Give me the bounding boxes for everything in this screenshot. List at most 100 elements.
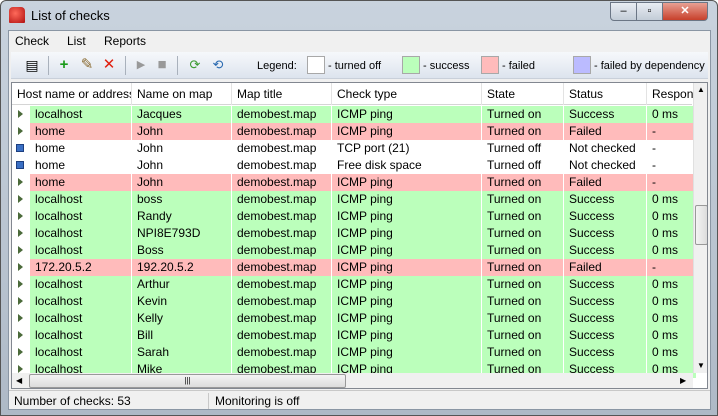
client-area: Check List Reports ▤ + ✎ ✕ ▶ ■ ⟳ ⟲ Legen…: [8, 30, 711, 410]
running-icon: [18, 331, 23, 339]
refresh-icon[interactable]: ⟳: [186, 56, 204, 74]
vertical-scrollbar[interactable]: ▲ ▼: [693, 83, 707, 373]
cell-status: Success: [564, 327, 647, 344]
minimize-button[interactable]: –: [610, 2, 637, 21]
cell-state: Turned off: [482, 157, 564, 174]
table-row[interactable]: localhost Randy demobest.map ICMP ping Turne…: [12, 208, 697, 225]
add-icon[interactable]: +: [55, 56, 73, 74]
cell-check-type: ICMP ping: [332, 123, 482, 140]
cell-response: -: [647, 174, 697, 191]
legend-swatch-failed: [481, 56, 499, 74]
cell-map: demobest.map: [232, 344, 332, 361]
legend-label: Legend:: [257, 60, 297, 72]
table-row[interactable]: home John demobest.map ICMP ping Turned on Fa…: [12, 174, 697, 191]
horizontal-scroll-thumb[interactable]: |||: [29, 374, 346, 388]
cell-host: localhost: [30, 242, 132, 259]
table-row[interactable]: localhost NPI8E793D demobest.map ICMP ping T…: [12, 225, 697, 242]
cell-name: John: [132, 123, 232, 140]
stop-icon[interactable]: ■: [153, 56, 171, 74]
cell-map: demobest.map: [232, 191, 332, 208]
cell-response: 0 ms: [647, 208, 697, 225]
vertical-scroll-thumb[interactable]: [695, 205, 707, 245]
table-row[interactable]: 172.20.5.2 192.20.5.2 demobest.map ICMP pin…: [12, 259, 697, 276]
window: List of checks – ▫ ✕ Check List Reports …: [0, 0, 718, 416]
cell-host: localhost: [30, 208, 132, 225]
menu-check[interactable]: Check: [15, 34, 49, 48]
table-row[interactable]: localhost Kevin demobest.map ICMP ping Turne…: [12, 293, 697, 310]
column-header[interactable]: State: [482, 83, 564, 105]
running-icon: [18, 110, 23, 118]
cell-host: localhost: [30, 310, 132, 327]
cell-status: Success: [564, 293, 647, 310]
cell-check-type: ICMP ping: [332, 293, 482, 310]
running-icon: [18, 263, 23, 271]
cell-response: -: [647, 157, 697, 174]
column-header[interactable]: Check type: [332, 83, 482, 105]
start-icon[interactable]: ▶: [132, 56, 150, 74]
cell-host: home: [30, 140, 132, 157]
cell-state: Turned on: [482, 123, 564, 140]
running-icon: [18, 178, 23, 186]
cell-host: localhost: [30, 327, 132, 344]
cell-check-type: TCP port (21): [332, 140, 482, 157]
legend-failed: - failed: [502, 60, 536, 72]
table-row[interactable]: home John demobest.map Free disk space Turne…: [12, 157, 697, 174]
table-row[interactable]: localhost Bill demobest.map ICMP ping Turned…: [12, 327, 697, 344]
cell-name: Bill: [132, 327, 232, 344]
table-row[interactable]: localhost Arthur demobest.map ICMP ping Turn…: [12, 276, 697, 293]
cell-response: 0 ms: [647, 310, 697, 327]
table-row[interactable]: localhost Sarah demobest.map ICMP ping Turne…: [12, 344, 697, 361]
close-button[interactable]: ✕: [662, 2, 708, 21]
table-row[interactable]: home John demobest.map TCP port (21) Turned …: [12, 140, 697, 157]
cell-status: Success: [564, 344, 647, 361]
delete-icon[interactable]: ✕: [100, 56, 118, 74]
table-row[interactable]: localhost Jacques demobest.map ICMP ping Tur…: [12, 106, 697, 123]
scroll-down-icon[interactable]: ▼: [697, 361, 705, 370]
table-row[interactable]: localhost boss demobest.map ICMP ping Turned…: [12, 191, 697, 208]
cell-map: demobest.map: [232, 140, 332, 157]
cell-check-type: ICMP ping: [332, 106, 482, 123]
cell-check-type: ICMP ping: [332, 208, 482, 225]
cell-name: John: [132, 140, 232, 157]
cell-host: localhost: [30, 191, 132, 208]
maximize-button[interactable]: ▫: [636, 2, 663, 21]
cell-map: demobest.map: [232, 276, 332, 293]
cell-response: 0 ms: [647, 344, 697, 361]
column-header[interactable]: Map title: [232, 83, 332, 105]
cell-response: -: [647, 259, 697, 276]
cell-host: localhost: [30, 225, 132, 242]
cell-name: boss: [132, 191, 232, 208]
scroll-up-icon[interactable]: ▲: [697, 85, 705, 94]
cell-status: Success: [564, 242, 647, 259]
cell-map: demobest.map: [232, 157, 332, 174]
scroll-right-icon[interactable]: ▶: [680, 376, 686, 385]
column-header[interactable]: Respons: [647, 83, 697, 105]
refresh-selected-icon[interactable]: ⟲: [209, 56, 227, 74]
cell-response: 0 ms: [647, 327, 697, 344]
column-header[interactable]: Host name or address: [12, 83, 132, 105]
scroll-left-icon[interactable]: ◀: [16, 376, 22, 385]
cell-status: Success: [564, 276, 647, 293]
edit-pencil-icon[interactable]: ✎: [78, 56, 96, 74]
menu-reports[interactable]: Reports: [104, 34, 146, 48]
horizontal-scrollbar[interactable]: ◀ ||| ▶: [12, 373, 693, 388]
cell-map: demobest.map: [232, 293, 332, 310]
cell-name: John: [132, 157, 232, 174]
cell-map: demobest.map: [232, 327, 332, 344]
cell-state: Turned on: [482, 310, 564, 327]
table-row[interactable]: localhost Boss demobest.map ICMP ping Turned…: [12, 242, 697, 259]
cell-check-type: Free disk space: [332, 157, 482, 174]
properties-icon[interactable]: ▤: [23, 56, 41, 74]
table-row[interactable]: localhost Kelly demobest.map ICMP ping Turne…: [12, 310, 697, 327]
table-row[interactable]: home John demobest.map ICMP ping Turned on Fa…: [12, 123, 697, 140]
menu-list[interactable]: List: [67, 34, 86, 48]
column-header[interactable]: Name on map: [132, 83, 232, 105]
cell-state: Turned on: [482, 208, 564, 225]
stopped-icon: [16, 161, 24, 169]
column-header[interactable]: Status: [564, 83, 647, 105]
cell-response: 0 ms: [647, 242, 697, 259]
cell-status: Failed: [564, 259, 647, 276]
title-bar[interactable]: List of checks – ▫ ✕: [1, 1, 717, 29]
cell-check-type: ICMP ping: [332, 174, 482, 191]
running-icon: [18, 365, 23, 373]
